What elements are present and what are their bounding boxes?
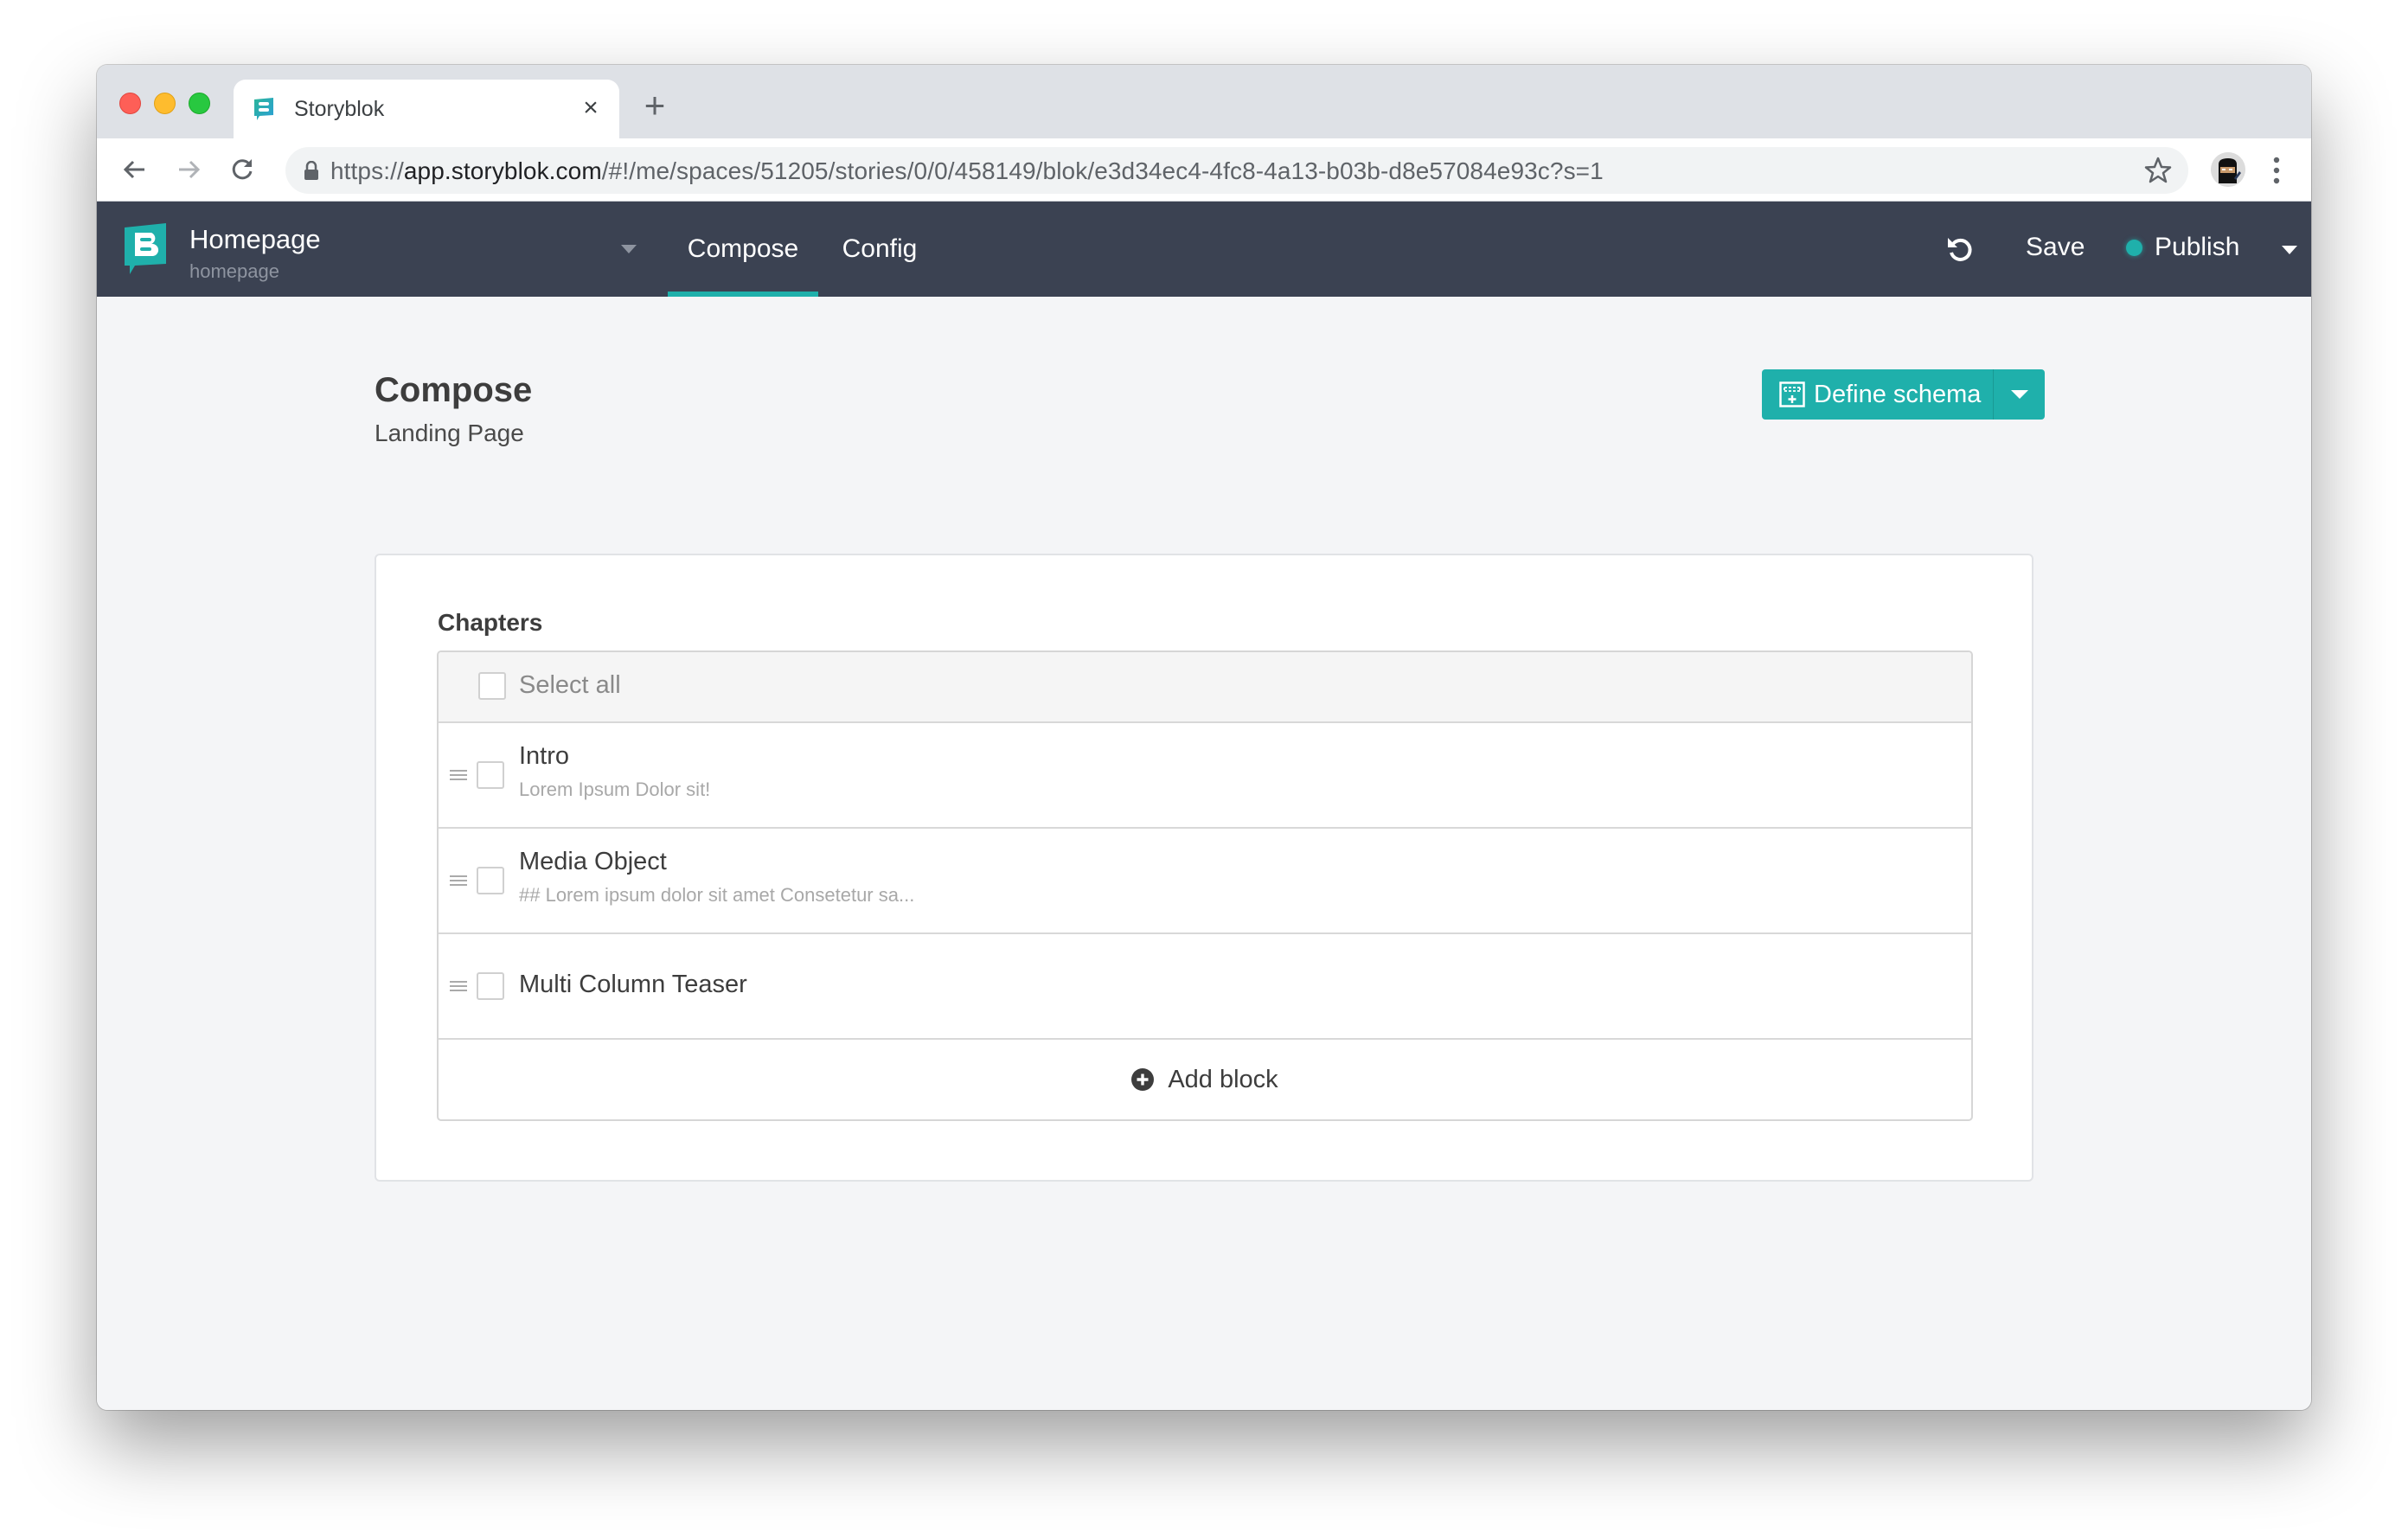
reload-icon (232, 159, 253, 180)
address-bar[interactable]: https://app.storyblok.com/#!/me/spaces/5… (285, 147, 2188, 194)
drag-handle-icon[interactable] (450, 981, 469, 993)
profile-avatar[interactable] (2211, 152, 2245, 187)
browser-menu-icon[interactable] (2271, 156, 2282, 185)
story-switcher-caret-icon[interactable] (621, 245, 637, 253)
arrow-left-icon (123, 160, 144, 179)
list-item[interactable]: Media Object ## Lorem ipsum dolor sit am… (439, 829, 1971, 934)
item-checkbox[interactable] (477, 972, 504, 1000)
browser-tab[interactable]: Storyblok × (234, 80, 619, 138)
new-tab-button[interactable]: + (637, 87, 672, 125)
drag-handle-icon[interactable] (450, 875, 469, 888)
add-block-button[interactable]: Add block (439, 1040, 1971, 1119)
publish-status-dot (2126, 239, 2142, 256)
item-title: Intro (519, 742, 570, 770)
close-window-button[interactable] (119, 93, 141, 114)
tab-title: Storyblok (294, 97, 385, 121)
minimize-window-button[interactable] (154, 93, 176, 114)
arrow-right-icon (179, 160, 201, 179)
browser-window: Storyblok × + https://app.storyblok.com/… (97, 65, 2311, 1410)
list-item[interactable]: Intro Lorem Ipsum Dolor sit! (439, 723, 1971, 829)
app-header: Homepage homepage Compose Config Save Pu… (97, 202, 2311, 297)
select-all-label: Select all (519, 671, 621, 699)
page-subtitle: Landing Page (375, 420, 524, 446)
define-schema-button-group: Define schema (1762, 369, 2045, 420)
define-schema-dropdown-button[interactable] (1994, 369, 2045, 420)
field-label-chapters: Chapters (438, 609, 543, 636)
item-title: Media Object (519, 848, 667, 875)
page-title: Compose (375, 371, 533, 409)
back-button[interactable] (118, 152, 152, 187)
publish-button[interactable]: Publish (2126, 233, 2239, 262)
zoom-window-button[interactable] (189, 93, 210, 114)
storyblok-favicon-icon (254, 98, 273, 120)
forward-button[interactable] (171, 152, 206, 187)
drag-handle-icon[interactable] (450, 770, 469, 782)
story-title: Homepage (189, 224, 321, 254)
plus-circle-icon (1131, 1068, 1155, 1091)
url-text[interactable]: https://app.storyblok.com/#!/me/spaces/5… (330, 157, 1604, 185)
blocks-list: Select all Intro Lorem Ipsum Dolor sit! … (437, 650, 1973, 1121)
publish-label: Publish (2155, 233, 2240, 261)
caret-down-icon (2010, 390, 2028, 399)
ninja-avatar-icon (2211, 152, 2245, 187)
story-slug: homepage (189, 260, 279, 282)
select-all-checkbox[interactable] (478, 672, 506, 700)
reload-button[interactable] (225, 152, 259, 187)
undo-icon[interactable] (1945, 234, 1975, 264)
storyblok-logo-icon[interactable] (123, 222, 168, 276)
item-checkbox[interactable] (477, 761, 504, 789)
content-area: Compose Landing Page Define schema Chapt… (97, 297, 2311, 1410)
item-description: ## Lorem ipsum dolor sit amet Consetetur… (519, 884, 915, 906)
browser-toolbar: https://app.storyblok.com/#!/me/spaces/5… (97, 138, 2311, 202)
save-button[interactable]: Save (2026, 233, 2085, 262)
close-tab-icon[interactable]: × (578, 93, 604, 123)
tab-compose-label: Compose (687, 234, 799, 263)
lock-icon (304, 161, 318, 180)
field-card: Chapters Select all Intro Lorem Ipsum Do… (375, 554, 2033, 1182)
define-schema-button[interactable]: Define schema (1762, 369, 1994, 420)
item-title: Multi Column Teaser (519, 971, 747, 998)
tab-config-label: Config (842, 234, 918, 263)
url-host: app.storyblok.com (403, 157, 602, 184)
url-path: /#!/me/spaces/51205/stories/0/0/458149/b… (601, 157, 1604, 184)
tab-compose[interactable]: Compose (668, 202, 818, 297)
url-scheme: https:// (330, 157, 404, 184)
bookmark-star-icon[interactable] (2143, 156, 2173, 185)
tab-strip: Storyblok × + (97, 65, 2311, 138)
publish-options-caret-icon[interactable] (2282, 246, 2297, 254)
define-schema-label: Define schema (1814, 380, 1982, 408)
list-item[interactable]: Multi Column Teaser (439, 934, 1971, 1040)
item-checkbox[interactable] (477, 867, 504, 894)
add-block-label: Add block (1168, 1065, 1278, 1093)
schema-icon (1779, 381, 1805, 407)
item-description: Lorem Ipsum Dolor sit! (519, 779, 711, 800)
select-all-row[interactable]: Select all (439, 652, 1971, 723)
tab-config[interactable]: Config (832, 202, 927, 297)
